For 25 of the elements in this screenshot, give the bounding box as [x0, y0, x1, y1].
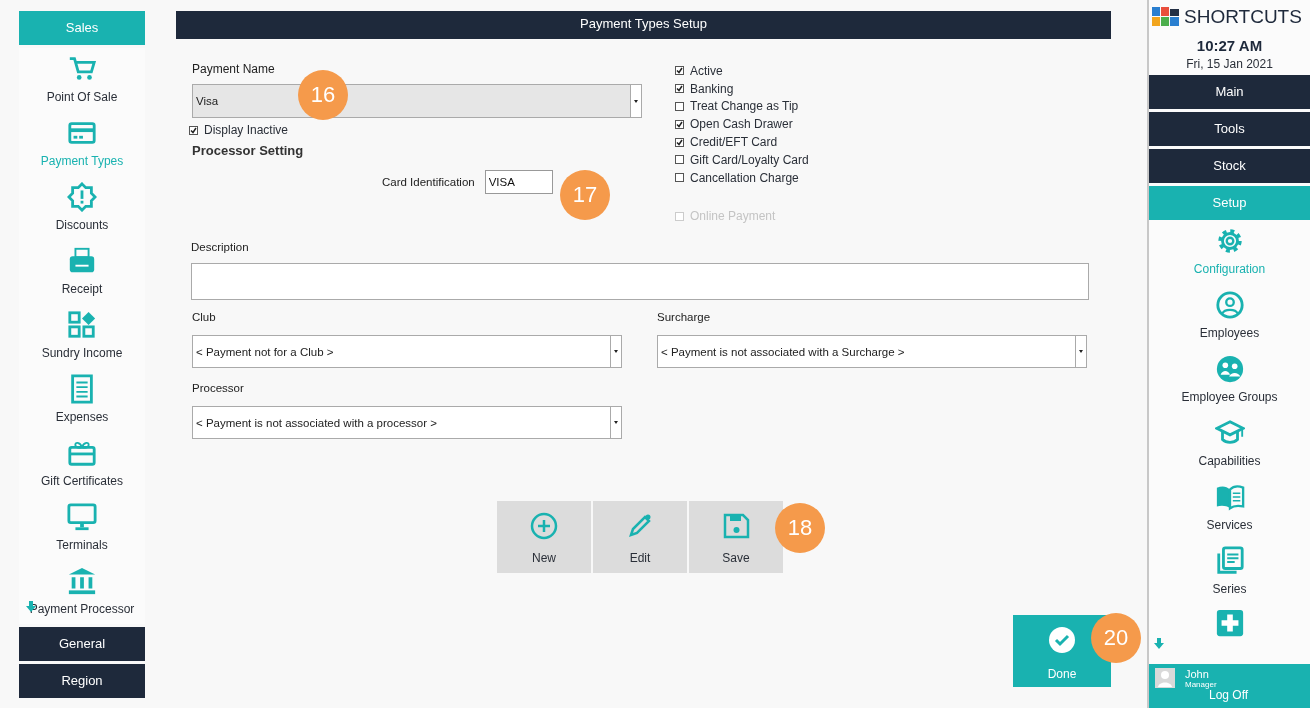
field-label: Club: [192, 311, 217, 324]
field-label: Description: [191, 241, 249, 254]
checkbox-label: Gift Card/Loyalty Card: [690, 152, 809, 167]
checkbox-label: Active: [690, 63, 723, 78]
step-callout-tooltip: 18: [775, 503, 825, 553]
clock-date: Fri, 15 Jan 2021: [1185, 57, 1274, 71]
section-heading: Processor Setting: [192, 143, 305, 158]
checkbox-label: Open Cash Drawer: [690, 117, 793, 132]
user-name: John: [1185, 668, 1210, 680]
field-label: Processor: [192, 382, 245, 395]
checkbox-label: Banking: [690, 81, 734, 96]
clock-time: 10:27 AM: [1195, 37, 1264, 54]
screen-title: Payment Types Setup: [176, 11, 1111, 39]
step-callout-tooltip: 16: [298, 70, 348, 120]
checkbox-label: Credit/EFT Card: [690, 135, 778, 150]
checkbox-label: Treat Change as Tip: [690, 99, 799, 114]
field-label: Payment Name: [192, 62, 276, 76]
step-callout-tooltip: 20: [1091, 613, 1141, 663]
checkbox-label: Display Inactive: [204, 123, 289, 137]
brand-name: SHORTCUTS: [1184, 6, 1302, 28]
field-label: Surcharge: [657, 311, 712, 324]
checkbox-label: Cancellation Charge: [690, 170, 799, 185]
field-label: Card Identification: [382, 176, 475, 188]
user-role: Manager: [1185, 680, 1218, 689]
step-callout-tooltip: 17: [560, 170, 610, 220]
